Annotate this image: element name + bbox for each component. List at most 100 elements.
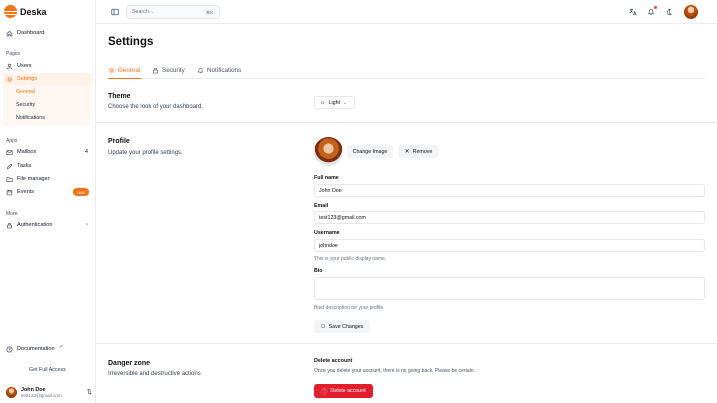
sidebar-item-documentation[interactable]: Documentation ↗ [3,343,92,355]
sidebar-item-mailbox[interactable]: Mailbox 4 [3,146,92,158]
sidebar-subitem-notifications[interactable]: Notifications [16,115,45,121]
theme-select[interactable]: ☼ Light ⌄ [314,96,355,109]
danger-zone-title: Danger zone [108,360,151,367]
save-changes-button[interactable]: ⚇ Save Changes [314,320,370,333]
tab-notifications[interactable]: Notifications [197,62,241,79]
gear-icon [6,76,13,82]
bio-field[interactable] [314,277,705,300]
bell-icon[interactable] [646,6,657,17]
sidebar-toggle-icon[interactable] [110,7,120,17]
tab-label: Security [162,67,185,74]
tab-general[interactable]: General [108,62,141,79]
sidebar-item-label: Documentation [17,346,55,352]
events-new-badge: new [73,188,89,196]
theme-title: Theme [108,93,131,100]
sidebar-item-label: Tasks [17,163,32,169]
search-shortcut: ⌘K [204,9,215,15]
sidebar-item-label: Mailbox [17,149,37,155]
profile-title: Profile [108,138,130,145]
email-field[interactable] [314,211,705,224]
change-image-button[interactable]: Change Image [347,145,393,158]
chevron-right-icon: › [86,222,88,228]
chevron-down-icon: ⌄ [343,99,348,106]
sidebar-item-label: Authentication [17,222,53,228]
alert-circle-icon: ⓘ [321,389,328,396]
button-label: Change Image [352,148,388,155]
sidebar-item-label: Events [17,189,35,195]
topbar: ⌘K [96,0,717,24]
tab-security[interactable]: Security [152,62,185,79]
home-icon [6,30,13,36]
sidebar-item-label: Users [17,63,32,69]
tab-label: General [118,66,141,74]
settings-tabs: General Security Notifications [108,62,705,79]
notification-dot [654,6,657,9]
lock-icon [7,222,12,228]
get-full-access-link[interactable]: Get Full Access [29,367,66,373]
username-field[interactable] [314,239,705,252]
calendar-icon [6,189,13,195]
page-title: Settings [108,36,154,48]
full-name-label: Full name [314,175,339,181]
brand[interactable]: Deska [4,5,47,18]
mailbox-count-badge: 4 [85,149,88,155]
sidebar-subitem-security[interactable]: Security [16,102,35,108]
sidebar-item-settings[interactable]: Settings [3,73,92,85]
sidebar-item-label: Settings [17,76,38,82]
full-name-field[interactable] [314,184,705,197]
brand-name: Deska [20,6,47,17]
search-box[interactable]: ⌘K [126,5,220,19]
divider [96,122,717,123]
email-label: Email [314,203,329,209]
switch-account-icon[interactable]: ⇅ [87,388,92,396]
external-link-icon: ↗ [58,344,63,350]
mail-icon [6,149,13,155]
search-input[interactable] [132,9,202,15]
sidebar-item-users[interactable]: Users [3,60,92,72]
sidebar-subitem-general[interactable]: General [16,89,35,95]
profile-description: Update your profile settings. [108,150,183,156]
delete-account-description: Once you delete your account, there is n… [314,368,475,374]
sidebar-item-label: File manager [17,176,50,182]
pencil-icon [6,163,13,169]
close-icon: ✕ [404,149,410,155]
moon-icon[interactable] [664,7,674,17]
button-label: Delete account [330,388,366,394]
folder-icon [6,176,13,182]
username-label: Username [314,230,340,236]
bell-icon [197,67,204,74]
bio-label: Bio [314,268,323,274]
sidebar-item-events[interactable]: Events new [3,186,92,198]
sidebar-item-dashboard[interactable]: Dashboard [3,27,92,39]
sidebar-item-tasks[interactable]: Tasks [3,160,92,172]
user-email: test123@gmail.com [21,392,62,398]
section-title-more: More [6,211,18,217]
delete-account-title: Delete account [314,358,353,364]
button-label: Remove [412,148,433,155]
translate-icon[interactable] [628,7,638,17]
help-circle-icon [6,346,13,352]
sidebar: Deska Dashboard Pages Users Settings Gen… [0,0,96,403]
profile-image [314,137,343,166]
theme-select-value: Light [328,99,341,106]
sun-icon: ☼ [320,99,326,106]
settings-submenu: General Security Notifications [3,85,92,126]
gear-icon [108,67,115,73]
brand-logo-icon [4,5,17,18]
divider [96,343,717,344]
danger-zone-description: Irreversible and destructive actions [108,371,201,377]
theme-description: Choose the look of your dashboard. [108,104,204,110]
section-title-pages: Pages [6,51,21,57]
lock-icon [153,67,158,74]
avatar [6,386,17,398]
delete-account-button[interactable]: ⓘ Delete account [314,384,373,398]
avatar[interactable] [684,5,698,19]
remove-image-button[interactable]: ✕ Remove [398,145,439,158]
sidebar-item-label: Dashboard [17,30,45,36]
user-menu[interactable]: John Doe test123@gmail.com ⇅ [6,384,92,400]
tab-label: Notifications [207,67,242,74]
sidebar-item-authentication[interactable]: Authentication › [3,219,92,231]
section-title-apps: Apps [6,138,18,144]
user-icon: ⚇ [320,323,326,330]
sidebar-item-file-manager[interactable]: File manager [3,173,92,185]
